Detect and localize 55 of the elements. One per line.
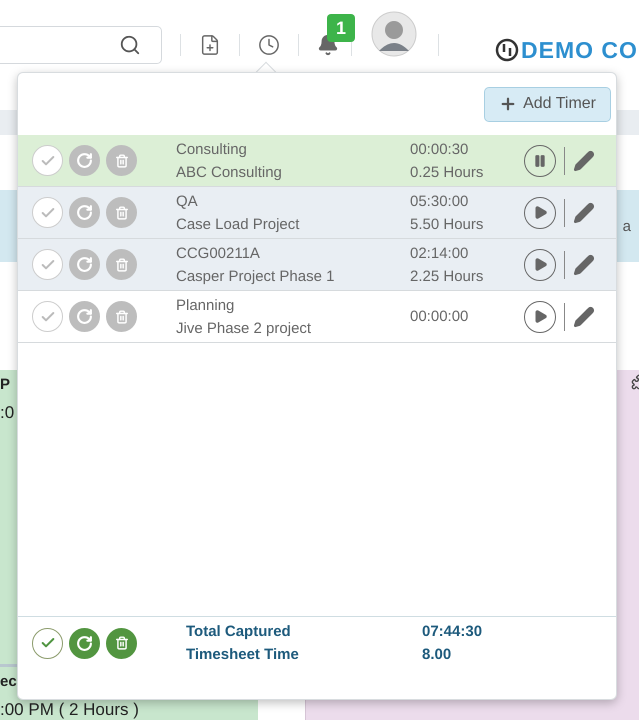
timesheet-value: 8.00	[422, 646, 452, 663]
trash-icon	[114, 636, 128, 650]
column-label: a	[622, 218, 631, 234]
total-label: Total Captured	[186, 623, 292, 640]
trash-icon	[114, 310, 128, 324]
task-name: QA	[176, 192, 199, 210]
elapsed-time: 00:00:00	[410, 308, 470, 325]
pencil-icon	[573, 254, 595, 276]
elapsed-time: 00:00:30	[410, 140, 470, 158]
elapsed-time: 05:30:00	[410, 192, 470, 210]
timesheet-label: Timesheet Time	[186, 646, 300, 663]
refresh-icon	[76, 634, 93, 652]
search-field[interactable]	[0, 26, 162, 64]
total-value: 07:44:30	[422, 623, 484, 640]
refresh-icon	[76, 256, 93, 273]
project-name: Casper Project Phase 1	[176, 268, 336, 284]
pause-icon	[533, 154, 547, 168]
clock-icon[interactable]	[258, 34, 280, 56]
project-name: ABC Consulting	[176, 164, 283, 180]
plus-icon	[499, 95, 518, 113]
elapsed-time: 02:14:00	[410, 244, 470, 262]
new-document-icon[interactable]	[199, 34, 221, 56]
pencil-icon	[573, 306, 595, 328]
refresh-icon	[76, 152, 93, 169]
pencil-icon	[573, 150, 595, 172]
play-icon	[532, 205, 548, 220]
avatar[interactable]	[371, 11, 417, 57]
logo-text: DEMO CO	[521, 36, 638, 64]
hours-value: 5.50 Hours	[410, 216, 484, 232]
restart-button[interactable]	[69, 628, 100, 658]
task-name: Planning	[176, 296, 236, 314]
logo-icon	[495, 38, 519, 62]
play-icon	[532, 257, 548, 272]
delete-button[interactable]	[106, 628, 137, 658]
hours-value: 2.25 Hours	[410, 268, 484, 284]
hours-value: 0.25 Hours	[410, 164, 484, 180]
task-name: Consulting	[176, 140, 248, 158]
trash-icon	[114, 206, 128, 220]
refresh-icon	[76, 204, 93, 221]
add-timer-button[interactable]: Add Timer	[484, 86, 611, 122]
event-text: ec	[0, 673, 18, 690]
search-icon	[119, 34, 141, 56]
event-text: :00 PM ( 2 Hours )	[0, 700, 140, 720]
pencil-icon	[573, 202, 595, 224]
play-icon	[532, 309, 548, 324]
trash-icon	[114, 258, 128, 272]
task-name: CCG00211A	[176, 244, 261, 262]
refresh-icon	[76, 308, 93, 325]
event-text: :0	[0, 403, 16, 423]
trash-icon	[114, 154, 128, 168]
notification-badge: 1	[327, 14, 355, 42]
project-name: Jive Phase 2 project	[176, 320, 312, 336]
project-name: Case Load Project	[176, 216, 300, 232]
event-text: P	[0, 376, 12, 393]
approve-button[interactable]	[32, 628, 63, 658]
